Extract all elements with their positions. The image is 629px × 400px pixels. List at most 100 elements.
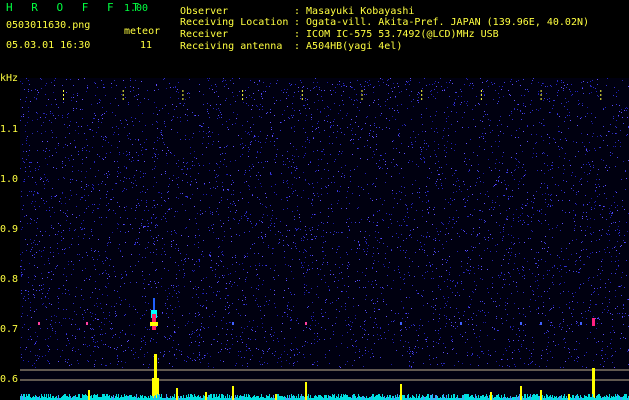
noise-pixel: [158, 359, 159, 360]
noise-pixel: [208, 80, 209, 81]
noise-pixel: [166, 88, 167, 89]
noise-pixel: [535, 263, 536, 264]
noise-pixel: [117, 161, 118, 162]
noise-pixel: [506, 218, 507, 219]
noise-pixel: [473, 119, 474, 120]
noise-pixel: [48, 290, 49, 291]
noise-pixel: [296, 168, 297, 169]
noise-pixel: [624, 110, 625, 111]
noise-pixel: [331, 125, 332, 126]
noise-pixel: [387, 80, 388, 81]
noise-pixel: [370, 130, 371, 131]
noise-pixel: [143, 340, 144, 341]
noise-pixel: [102, 273, 103, 274]
noise-pixel: [581, 250, 582, 251]
noise-pixel: [91, 248, 92, 249]
noise-pixel: [617, 229, 618, 230]
noise-pixel: [584, 146, 585, 147]
noise-pixel: [216, 238, 217, 239]
noise-pixel: [153, 238, 154, 239]
noise-pixel: [394, 334, 395, 335]
noise-pixel: [189, 139, 190, 140]
noise-pixel: [98, 239, 99, 240]
noise-pixel: [167, 326, 168, 327]
noise-pixel: [209, 207, 210, 208]
noise-pixel: [615, 166, 616, 167]
noise-pixel: [353, 143, 354, 144]
noise-pixel: [620, 286, 621, 287]
noise-pixel: [525, 106, 526, 107]
noise-pixel: [249, 189, 250, 190]
noise-pixel: [295, 84, 296, 85]
noise-pixel: [506, 249, 507, 250]
noise-pixel: [128, 138, 129, 139]
noise-pixel: [62, 193, 63, 194]
noise-pixel: [243, 147, 244, 148]
noise-pixel: [345, 303, 346, 304]
noise-pixel: [313, 193, 314, 194]
noise-pixel: [284, 120, 285, 121]
noise-pixel: [52, 137, 53, 138]
noise-pixel: [569, 160, 570, 161]
noise-pixel: [265, 331, 266, 332]
noise-pixel: [84, 234, 85, 235]
noise-pixel: [54, 85, 55, 86]
noise-pixel: [86, 186, 87, 187]
noise-pixel: [398, 135, 399, 136]
noise-pixel: [373, 92, 374, 93]
noise-pixel: [616, 92, 617, 93]
noise-pixel: [514, 243, 515, 244]
noise-pixel: [412, 351, 413, 352]
noise-pixel: [151, 217, 152, 218]
noise-pixel: [610, 124, 611, 125]
noise-pixel: [317, 361, 318, 362]
noise-pixel: [152, 207, 153, 208]
noise-pixel: [372, 200, 373, 201]
noise-pixel: [485, 315, 486, 316]
noise-pixel: [563, 180, 564, 181]
noise-pixel: [121, 300, 122, 301]
noise-pixel: [185, 258, 186, 259]
noise-pixel: [551, 308, 552, 309]
noise-pixel: [210, 255, 211, 256]
noise-pixel: [141, 150, 142, 151]
noise-pixel: [43, 288, 44, 289]
noise-pixel: [447, 107, 448, 108]
noise-pixel: [146, 149, 147, 150]
noise-pixel: [438, 285, 439, 286]
noise-pixel: [25, 239, 26, 240]
noise-pixel: [384, 332, 385, 333]
noise-pixel: [562, 327, 563, 328]
noise-pixel: [164, 123, 165, 124]
noise-pixel: [291, 343, 292, 344]
noise-pixel: [140, 144, 141, 145]
noise-pixel: [268, 349, 269, 350]
noise-pixel: [419, 93, 420, 94]
noise-pixel: [175, 211, 176, 212]
noise-pixel: [108, 242, 109, 243]
noise-pixel: [490, 132, 491, 133]
noise-pixel: [497, 330, 498, 331]
noise-pixel: [317, 286, 318, 287]
noise-pixel: [616, 104, 617, 105]
noise-pixel: [158, 362, 159, 363]
noise-pixel: [316, 294, 317, 295]
noise-pixel: [210, 252, 211, 253]
noise-pixel: [531, 249, 532, 250]
noise-pixel: [362, 337, 363, 338]
noise-pixel: [58, 302, 59, 303]
noise-pixel: [313, 137, 314, 138]
noise-pixel: [170, 152, 171, 153]
noise-pixel: [338, 246, 339, 247]
noise-pixel: [442, 138, 443, 139]
noise-pixel: [50, 324, 51, 325]
noise-pixel: [261, 117, 262, 118]
noise-pixel: [509, 208, 510, 209]
noise-pixel: [78, 236, 79, 237]
noise-pixel: [251, 168, 252, 169]
noise-pixel: [321, 222, 322, 223]
noise-pixel: [579, 288, 580, 289]
noise-pixel: [165, 303, 166, 304]
noise-pixel: [230, 211, 231, 212]
noise-pixel: [84, 228, 85, 229]
